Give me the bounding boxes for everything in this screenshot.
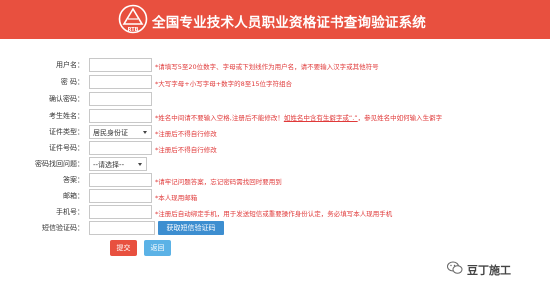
confirm-password-label: 确认密码： [49, 95, 84, 103]
sms-code-input[interactable] [89, 221, 155, 235]
answer-input[interactable] [89, 173, 152, 187]
svg-text:RTB: RTB [128, 27, 139, 33]
rare-char-link[interactable]: 如姓名中含有生僻字或“.” [284, 114, 358, 122]
security-question-select[interactable]: --请选择-- [89, 157, 147, 171]
email-input[interactable] [89, 189, 152, 203]
email-hint: *本人现用邮箱 [155, 194, 198, 202]
id-type-row: 证件类型： 居民身份证 *注册后不得自行修改 [0, 125, 550, 141]
phone-label: 手机号： [56, 208, 84, 216]
name-row: 考生姓名： *姓名中间请不要输入空格,注册后不能修改！如姓名中含有生僻字或“.”… [0, 109, 550, 125]
answer-row: 答案： *请牢记问题答案，忘记密码需找回时要用到 [0, 173, 550, 189]
email-label: 邮箱： [63, 192, 84, 200]
username-row: 用户名： *请填写5至20位数字、字母或下划线作为用户名，请不要输入汉字或其他符… [0, 58, 550, 74]
name-input[interactable] [89, 109, 152, 123]
id-number-row: 证件号码： *注册后不得自行修改 [0, 141, 550, 157]
id-number-hint: *注册后不得自行修改 [155, 146, 217, 154]
back-button[interactable]: 返回 [144, 240, 171, 256]
name-hint: *姓名中间请不要输入空格,注册后不能修改！如姓名中含有生僻字或“.”，参见姓名中… [155, 112, 442, 122]
get-sms-code-button[interactable]: 获取短信验证码 [158, 221, 224, 235]
security-question-label: 密码找回问题： [35, 160, 84, 168]
answer-hint: *请牢记问题答案，忘记密码需找回时要用到 [155, 178, 282, 186]
site-header: RTB 全国专业技术人员职业资格证书查询验证系统 [0, 0, 550, 39]
email-row: 邮箱： *本人现用邮箱 [0, 189, 550, 205]
password-row: 密 码： *大写字母+小写字母+数字的8至15位字符组合 [0, 75, 550, 91]
sms-code-label: 短信验证码： [42, 224, 84, 232]
id-number-input[interactable] [89, 141, 152, 155]
rare-char-guide-link[interactable]: ，参见姓名中如何输入生僻字 [358, 114, 443, 122]
name-label: 考生姓名： [49, 112, 84, 120]
submit-button[interactable]: 提交 [110, 240, 137, 256]
id-type-label: 证件类型： [49, 128, 84, 136]
password-label: 密 码： [60, 78, 84, 86]
username-hint: *请填写5至20位数字、字母或下划线作为用户名，请不要输入汉字或其他符号 [155, 63, 379, 71]
answer-label: 答案： [63, 176, 84, 184]
watermark-text: 豆丁施工 [467, 264, 511, 277]
id-number-label: 证件号码： [49, 144, 84, 152]
confirm-password-row: 确认密码： [0, 92, 550, 108]
security-question-row: 密码找回问题： --请选择-- [0, 157, 550, 173]
wechat-icon [447, 261, 463, 274]
confirm-password-input[interactable] [89, 92, 152, 106]
phone-hint: *注册后自动绑定手机，用于发送短信或重要操作身份认定，务必填写本人现用手机 [155, 210, 393, 218]
sms-code-row: 短信验证码： 获取短信验证码 [0, 221, 550, 237]
name-hint-text: *姓名中间请不要输入空格,注册后不能修改！ [155, 114, 284, 122]
username-input[interactable] [89, 58, 152, 72]
logo-icon: RTB [118, 4, 148, 34]
id-type-select[interactable]: 居民身份证 [89, 125, 152, 139]
username-label: 用户名： [56, 61, 84, 69]
password-input[interactable] [89, 75, 152, 89]
phone-row: 手机号： *注册后自动绑定手机，用于发送短信或重要操作身份认定，务必填写本人现用… [0, 205, 550, 221]
phone-input[interactable] [89, 205, 152, 219]
id-type-hint: *注册后不得自行修改 [155, 130, 217, 138]
page-title: 全国专业技术人员职业资格证书查询验证系统 [152, 15, 426, 31]
password-hint: *大写字母+小写字母+数字的8至15位字符组合 [155, 80, 293, 88]
